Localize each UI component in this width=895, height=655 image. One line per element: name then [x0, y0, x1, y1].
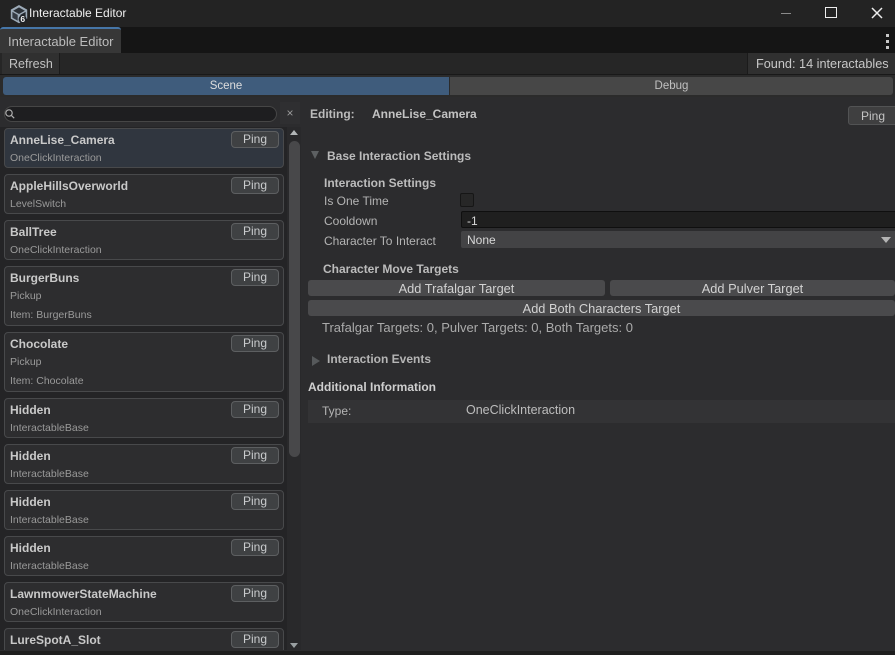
svg-text:6: 6	[20, 14, 25, 24]
